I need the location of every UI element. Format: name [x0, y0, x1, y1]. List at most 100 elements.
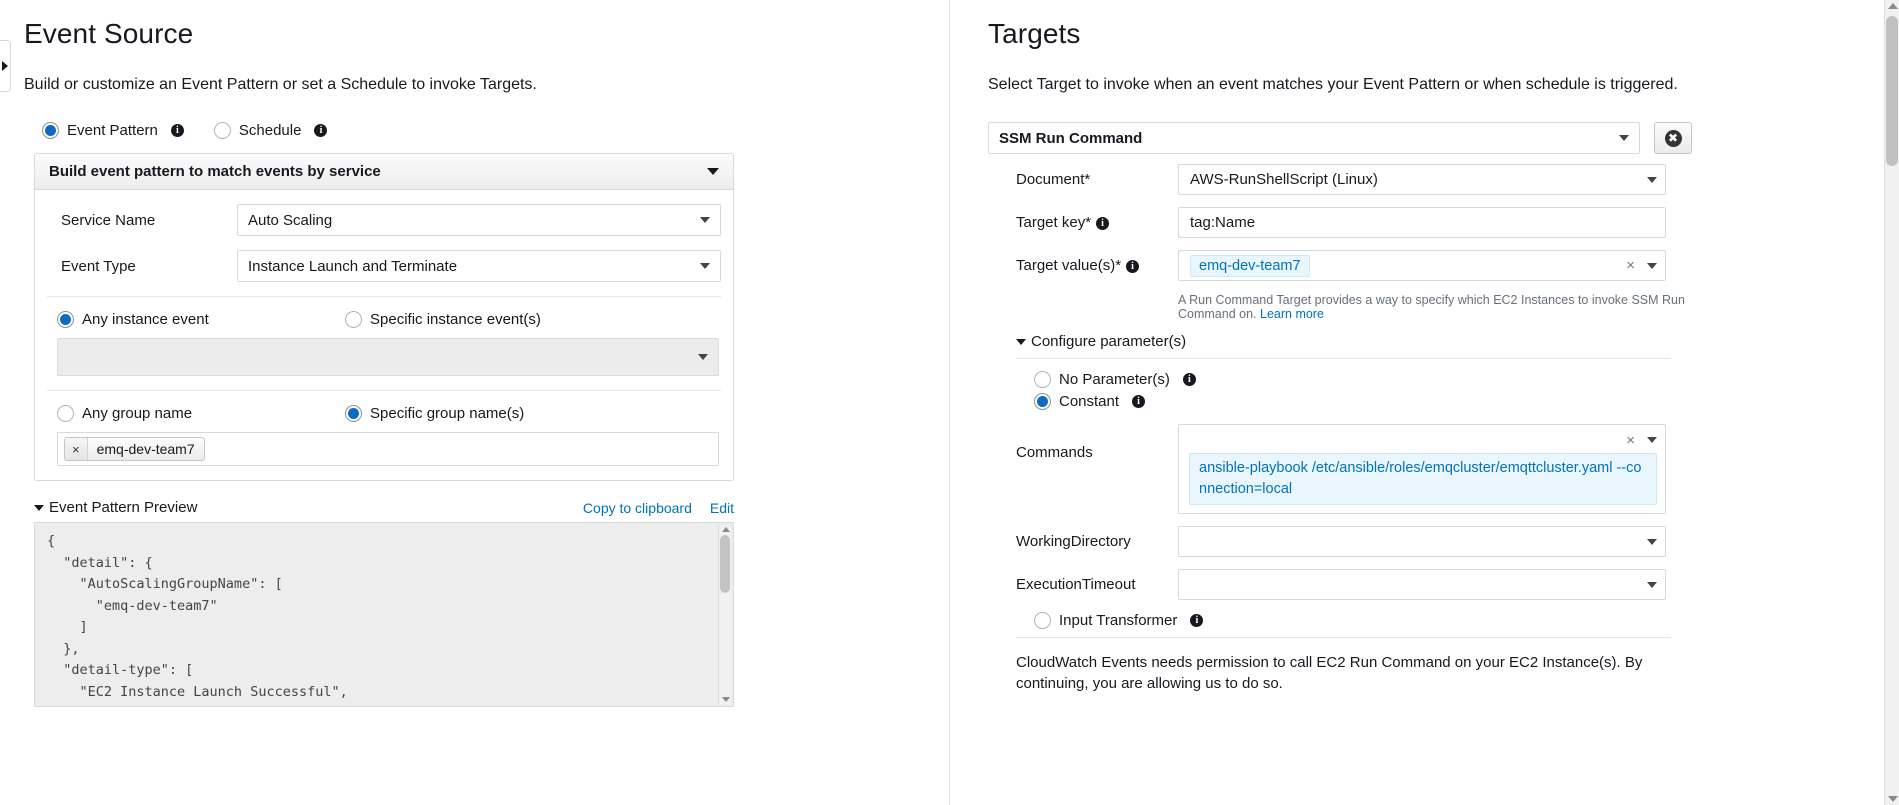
group-name-radio-group: Any group name Specific group name(s) [47, 403, 721, 432]
commands-input[interactable]: × ansible-playbook /etc/ansible/roles/em… [1178, 424, 1666, 514]
event-pattern-preview-title: Event Pattern Preview [49, 499, 198, 516]
radio-no-parameters[interactable]: No Parameter(s) i [1034, 371, 1899, 388]
radio-specific-instance-events[interactable]: Specific instance event(s) [345, 311, 541, 328]
group-name-token-select[interactable]: × emq-dev-team7 [57, 432, 719, 466]
service-name-value: Auto Scaling [248, 211, 333, 229]
info-icon-no-parameters[interactable]: i [1182, 373, 1196, 386]
radio-schedule[interactable]: Schedule i [213, 122, 328, 139]
chevron-down-icon[interactable] [707, 168, 719, 175]
event-type-select[interactable]: Instance Launch and Terminate [237, 250, 721, 282]
scroll-down-icon[interactable] [722, 697, 730, 702]
page-scrollbar-thumb[interactable] [1886, 16, 1898, 166]
chevron-down-icon [698, 354, 708, 360]
radio-input-transformer[interactable]: Input Transformer i [1034, 612, 1899, 629]
radio-specific-group-names-control[interactable] [345, 405, 362, 422]
page-scrollbar[interactable] [1884, 0, 1899, 805]
radio-no-parameters-control[interactable] [1034, 371, 1051, 388]
radio-event-pattern-control[interactable] [42, 122, 59, 139]
copy-to-clipboard-link[interactable]: Copy to clipboard [583, 500, 692, 516]
execution-timeout-label: ExecutionTimeout [1016, 576, 1136, 593]
event-source-title: Event Source [24, 18, 194, 49]
event-pattern-json: { "detail": { "AutoScalingGroupName": [ … [47, 533, 348, 700]
target-value-token[interactable]: emq-dev-team7 [1190, 254, 1310, 277]
radio-any-instance-event[interactable]: Any instance event [57, 311, 345, 328]
remove-target-button[interactable]: ✖ [1654, 122, 1692, 154]
run-command-hint: A Run Command Target provides a way to s… [1178, 293, 1718, 321]
chevron-down-icon [1647, 176, 1657, 183]
triangle-down-icon[interactable] [34, 504, 44, 511]
radio-specific-group-names[interactable]: Specific group name(s) [345, 405, 524, 422]
commands-token[interactable]: ansible-playbook /etc/ansible/roles/emqc… [1189, 453, 1657, 505]
target-type-row: SSM Run Command ✖ [988, 122, 1899, 154]
execution-timeout-select[interactable] [1178, 569, 1666, 600]
radio-input-transformer-control[interactable] [1034, 612, 1051, 629]
field-target-values: Target value(s)* i emq-dev-team7 × [1016, 250, 1899, 281]
info-icon-schedule[interactable]: i [314, 124, 328, 137]
chevron-down-icon[interactable] [1647, 262, 1657, 269]
event-pattern-preview-code: { "detail": { "AutoScalingGroupName": [ … [34, 522, 734, 707]
commands-label: Commands [1016, 444, 1093, 461]
radio-event-pattern[interactable]: Event Pattern i [42, 122, 184, 139]
scroll-down-icon[interactable] [1888, 796, 1898, 802]
chevron-down-icon[interactable] [1647, 437, 1657, 443]
working-directory-select[interactable] [1178, 526, 1666, 557]
close-icon: ✖ [1664, 129, 1682, 147]
radio-schedule-control[interactable] [213, 122, 231, 139]
target-type-select[interactable]: SSM Run Command [988, 122, 1640, 154]
radio-constant[interactable]: Constant i [1034, 393, 1899, 410]
field-execution-timeout: ExecutionTimeout [1016, 569, 1899, 600]
targets-title: Targets [988, 18, 1081, 49]
field-target-key: Target key* i tag:Name [1016, 207, 1899, 238]
document-value: AWS-RunShellScript (Linux) [1190, 171, 1378, 188]
radio-any-instance-event-control[interactable] [57, 311, 74, 328]
info-icon-input-transformer[interactable]: i [1190, 614, 1204, 627]
radio-any-group-name-label: Any group name [82, 405, 193, 422]
info-icon-target-values[interactable]: i [1126, 259, 1140, 273]
target-key-input[interactable]: tag:Name [1178, 207, 1666, 238]
document-select[interactable]: AWS-RunShellScript (Linux) [1178, 164, 1666, 195]
radio-any-instance-event-label: Any instance event [82, 311, 209, 328]
service-name-select[interactable]: Auto Scaling [237, 204, 721, 236]
event-pattern-builder-header[interactable]: Build event pattern to match events by s… [35, 154, 733, 190]
chevron-down-icon[interactable] [1647, 581, 1657, 588]
permission-note: CloudWatch Events needs permission to ca… [1016, 654, 1643, 692]
event-source-panel: Event Source Build or customize an Event… [10, 0, 950, 805]
learn-more-link[interactable]: Learn more [1260, 307, 1324, 321]
radio-specific-instance-events-control[interactable] [345, 311, 362, 328]
scroll-up-icon[interactable] [722, 527, 730, 532]
chevron-down-icon[interactable] [1619, 135, 1629, 141]
clear-target-values-icon[interactable]: × [1626, 257, 1635, 274]
chevron-down-icon [700, 263, 710, 269]
divider [47, 296, 721, 297]
document-label: Document* [1016, 171, 1091, 188]
radio-any-group-name[interactable]: Any group name [57, 405, 345, 422]
info-icon-constant[interactable]: i [1132, 395, 1146, 408]
service-name-label: Service Name [61, 211, 156, 229]
target-key-label-text: Target key* [1016, 214, 1092, 231]
rule-configuration-page: Event Source Build or customize an Event… [0, 0, 1899, 805]
radio-schedule-label: Schedule [238, 122, 302, 139]
group-name-token-label: emq-dev-team7 [96, 441, 195, 457]
info-icon-target-key[interactable]: i [1096, 216, 1110, 230]
code-scrollbar-thumb[interactable] [720, 535, 730, 593]
edit-pattern-link[interactable]: Edit [710, 500, 734, 516]
target-values-select[interactable]: emq-dev-team7 × [1178, 250, 1666, 281]
instance-event-select [57, 338, 719, 376]
remove-token-icon[interactable]: × [65, 438, 88, 460]
field-document: Document* AWS-RunShellScript (Linux) [1016, 164, 1899, 195]
radio-constant-control[interactable] [1034, 393, 1051, 410]
left-rail [0, 0, 11, 805]
instance-event-radio-group: Any instance event Specific instance eve… [47, 309, 721, 338]
clear-commands-icon[interactable]: × [1626, 432, 1635, 449]
group-name-token[interactable]: × emq-dev-team7 [64, 437, 205, 461]
code-scrollbar[interactable] [718, 525, 731, 704]
configure-parameters-toggle[interactable]: Configure parameter(s) [1016, 333, 1899, 350]
radio-specific-group-names-label: Specific group name(s) [370, 405, 525, 422]
target-values-label-text: Target value(s)* [1016, 257, 1122, 274]
scroll-up-icon[interactable] [1888, 3, 1898, 9]
radio-any-group-name-control[interactable] [57, 405, 74, 422]
chevron-down-icon[interactable] [1647, 538, 1657, 545]
info-icon-event-pattern[interactable]: i [170, 124, 184, 137]
radio-specific-instance-events-label: Specific instance event(s) [370, 311, 541, 328]
event-type-label: Event Type [61, 257, 136, 275]
